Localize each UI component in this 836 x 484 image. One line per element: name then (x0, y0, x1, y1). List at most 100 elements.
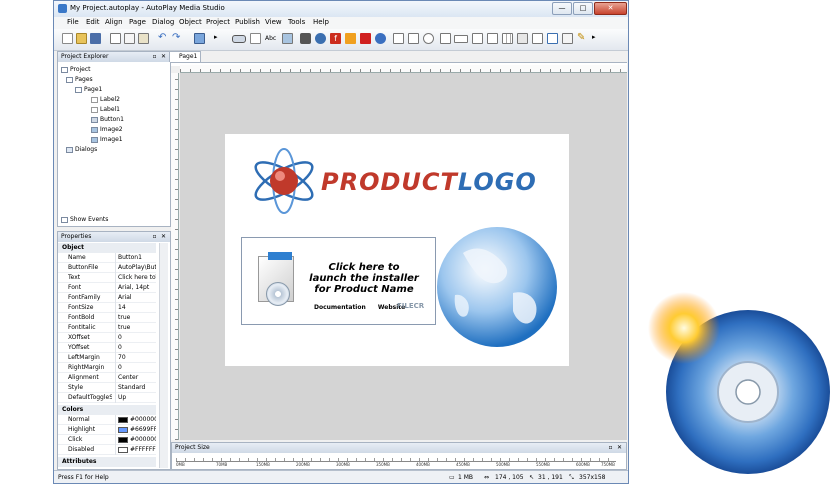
atom-logo[interactable] (249, 146, 319, 216)
close-icon[interactable]: ✕ (616, 444, 623, 451)
menu-help[interactable]: Help (313, 18, 329, 26)
property-row[interactable]: LeftMargin 70 (58, 353, 156, 363)
property-row[interactable]: FontBold true (58, 313, 156, 323)
hotspot-icon[interactable] (562, 33, 573, 44)
pin-icon[interactable]: ▫ (607, 444, 614, 451)
menu-tools[interactable]: Tools (288, 18, 305, 26)
radio-button-icon[interactable] (423, 33, 434, 44)
tree-item-project[interactable]: Project (61, 66, 91, 73)
property-row[interactable]: FontSize 14 (58, 303, 156, 313)
object-category[interactable]: Object (58, 243, 156, 253)
menu-file[interactable]: File (67, 18, 79, 26)
page-canvas[interactable]: PRODUCTLOGO Click here to launch the ins… (225, 134, 569, 366)
property-row[interactable]: Name Button1 (58, 253, 156, 263)
undo-icon[interactable]: ↶ (158, 33, 169, 44)
property-row[interactable]: Font Arial, 14pt (58, 283, 156, 293)
project-size-labels: 0MB 70MB 150MB 200MB 300MB 350MB 400MB 4… (176, 462, 615, 467)
show-events-checkbox[interactable]: Show Events (61, 216, 108, 223)
flash-icon[interactable]: f (330, 33, 341, 44)
menu-dialog[interactable]: Dialog (152, 18, 174, 26)
copy-icon[interactable] (124, 33, 135, 44)
pdf-icon[interactable] (360, 33, 371, 44)
image-object-icon[interactable] (282, 33, 293, 44)
color-row[interactable]: Highlight #6699FF (58, 425, 156, 435)
menu-edit[interactable]: Edit (86, 18, 100, 26)
richtext-icon[interactable] (532, 33, 543, 44)
web-icon[interactable] (315, 33, 326, 44)
browser-icon[interactable] (375, 33, 386, 44)
close-icon[interactable]: ✕ (160, 233, 167, 240)
color-row[interactable]: Normal #000000 (58, 415, 156, 425)
open-folder-icon[interactable] (76, 33, 87, 44)
listbox-icon[interactable] (440, 33, 451, 44)
pin-icon[interactable]: ▫ (151, 233, 158, 240)
combobox-icon[interactable] (454, 35, 468, 43)
tree-item-dialogs[interactable]: Dialogs (66, 146, 97, 153)
toolbar-more-icon[interactable]: ▸ (592, 33, 596, 44)
slideshow-icon[interactable] (345, 33, 356, 44)
close-button[interactable]: ✕ (594, 2, 627, 15)
slider-icon[interactable] (517, 33, 528, 44)
pencil-icon[interactable]: ✎ (577, 33, 588, 44)
menu-page[interactable]: Page (129, 18, 146, 26)
save-icon[interactable] (90, 33, 101, 44)
tree-item-page1[interactable]: Page1 (75, 86, 102, 93)
property-row[interactable]: DefaultToggleS Up (58, 393, 156, 403)
colors-category[interactable]: Colors (58, 405, 156, 415)
cut-icon[interactable] (110, 33, 121, 44)
label-icon (91, 106, 98, 113)
tab-page1[interactable]: Page1 (169, 51, 201, 62)
properties-scrollbar[interactable] (159, 243, 168, 468)
xbutton-icon[interactable] (547, 33, 558, 44)
menu-view[interactable]: View (265, 18, 282, 26)
label-object-icon[interactable] (250, 33, 261, 44)
cursor-icon: ↖ (529, 474, 535, 481)
button-object-icon[interactable] (232, 35, 246, 43)
property-row[interactable]: FontItalic true (58, 323, 156, 333)
tree-item-image2[interactable]: Image2 (91, 126, 123, 133)
title-bar[interactable]: My Project.autoplay - AutoPlay Media Stu… (54, 1, 628, 17)
menu-object[interactable]: Object (179, 18, 202, 26)
pin-icon[interactable]: ▫ (151, 53, 158, 60)
new-project-icon[interactable] (62, 33, 73, 44)
documentation-link[interactable]: Documentation (314, 304, 366, 311)
installer-button[interactable]: Click here to launch the installer for P… (241, 237, 436, 325)
property-row[interactable]: ButtonFile AutoPlay\Butt (58, 263, 156, 273)
grid-icon[interactable] (502, 33, 513, 44)
globe-image[interactable] (433, 223, 561, 351)
menu-publish[interactable]: Publish (235, 18, 260, 26)
property-row[interactable]: TextClick here to\n (58, 273, 156, 283)
tree-item-label2[interactable]: Label2 (91, 96, 120, 103)
tree-item-image1[interactable]: Image1 (91, 136, 123, 143)
status-bar: Press F1 for Help ▭ 1 MB ⇔ 174 , 105 ↖ 3… (54, 470, 628, 483)
paste-icon[interactable] (138, 33, 149, 44)
property-row[interactable]: Alignment Center (58, 373, 156, 383)
preview-icon[interactable] (194, 33, 205, 44)
toolbar-chevron-icon[interactable]: ▸ (214, 33, 218, 44)
paragraph-object-icon[interactable]: Abc (265, 33, 279, 44)
close-icon[interactable]: ✕ (160, 53, 167, 60)
input-object-icon[interactable] (393, 33, 404, 44)
color-row[interactable]: Disabled #FFFFFF (58, 445, 156, 455)
media-player-icon[interactable] (300, 33, 311, 44)
design-workspace[interactable]: PRODUCTLOGO Click here to launch the ins… (180, 73, 627, 440)
minimize-button[interactable]: — (552, 2, 572, 15)
redo-icon[interactable]: ↷ (172, 33, 183, 44)
maximize-button[interactable]: □ (573, 2, 593, 15)
property-row[interactable]: Style Standard (58, 383, 156, 393)
tree-item-pages[interactable]: Pages (66, 76, 93, 83)
color-swatch (118, 446, 128, 453)
tree-item-button1[interactable]: Button1 (91, 116, 124, 123)
tree-icon[interactable] (487, 33, 498, 44)
property-row[interactable]: FontFamily Arial (58, 293, 156, 303)
property-row[interactable]: YOffset 0 (58, 343, 156, 353)
color-row[interactable]: Click #000000 (58, 435, 156, 445)
tree-item-label1[interactable]: Label1 (91, 106, 120, 113)
attributes-category[interactable]: Attributes (58, 457, 156, 467)
property-row[interactable]: XOffset 0 (58, 333, 156, 343)
progress-icon[interactable] (472, 33, 483, 44)
menu-align[interactable]: Align (105, 18, 123, 26)
menu-project[interactable]: Project (206, 18, 230, 26)
checkbox-icon[interactable] (408, 33, 419, 44)
property-row[interactable]: RightMargin 0 (58, 363, 156, 373)
